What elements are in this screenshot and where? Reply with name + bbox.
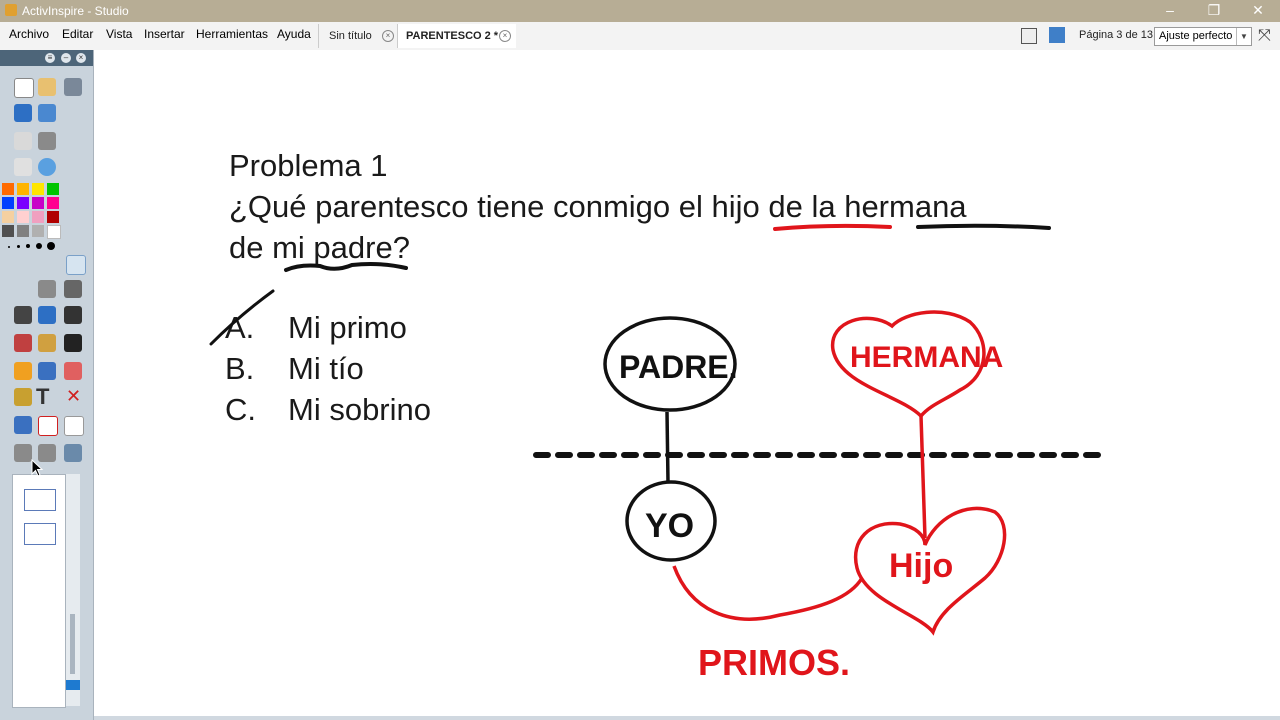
ink-annotations: PADRE. YO HERMANA Hijo PRIMOS. [209, 223, 1109, 683]
underline-red [773, 223, 892, 231]
primos-label: PRIMOS. [698, 642, 850, 683]
padre-yo-line [665, 411, 670, 483]
padre-label: PADRE. [619, 349, 738, 385]
yo-label: YO [645, 507, 694, 545]
hermana-label: HERMANA [850, 341, 1003, 374]
primos-connector [672, 565, 864, 621]
underline-black [916, 223, 1051, 230]
hermana-hijo-line [919, 415, 927, 539]
underline-black [284, 262, 408, 272]
hijo-label: Hijo [889, 547, 953, 585]
check-mark [209, 289, 275, 346]
